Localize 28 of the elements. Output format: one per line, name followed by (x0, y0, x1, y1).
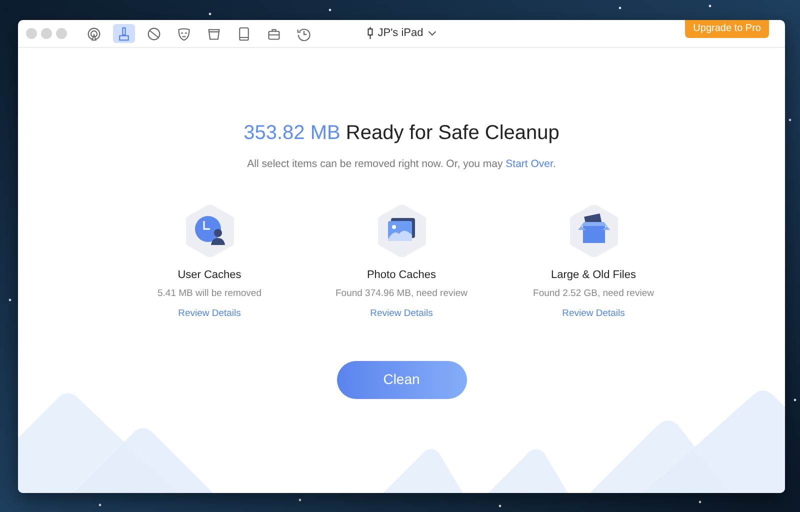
cable-icon (366, 27, 373, 40)
review-details-link[interactable]: Review Details (562, 306, 625, 321)
device-selector[interactable]: JP's iPad (366, 25, 436, 42)
clock-person-icon (184, 204, 236, 257)
upgrade-button[interactable]: Upgrade to Pro (685, 20, 769, 38)
briefcase-icon (267, 26, 281, 40)
category-title: Large & Old Files (551, 268, 636, 283)
photo-icon (376, 204, 428, 257)
broom-icon (117, 26, 131, 40)
category-detail: 5.41 MB will be removed (157, 287, 262, 302)
broom-tab[interactable] (113, 24, 135, 43)
category-title: User Caches (178, 268, 242, 283)
review-details-link[interactable]: Review Details (178, 306, 241, 321)
category-detail: Found 2.52 GB, need review (533, 287, 654, 302)
book-icon (237, 26, 251, 40)
review-details-link[interactable]: Review Details (370, 306, 433, 321)
bucket-icon (207, 26, 221, 40)
headline: 353.82 MB Ready for Safe Cleanup (242, 121, 560, 146)
subtitle-text: All select items can be removed right now. Or, you may Start Over. (246, 157, 557, 172)
history-icon (297, 26, 311, 40)
clean-button[interactable]: Clean (336, 360, 466, 399)
box-icon (568, 204, 620, 257)
airplay-icon (87, 26, 101, 40)
mask-icon (177, 26, 191, 40)
start-over-link[interactable]: Start Over (506, 158, 553, 170)
chevron-down-icon (428, 30, 436, 36)
category-detail: Found 374.96 MB, need review (335, 287, 468, 302)
category-title: Photo Caches (366, 268, 436, 283)
